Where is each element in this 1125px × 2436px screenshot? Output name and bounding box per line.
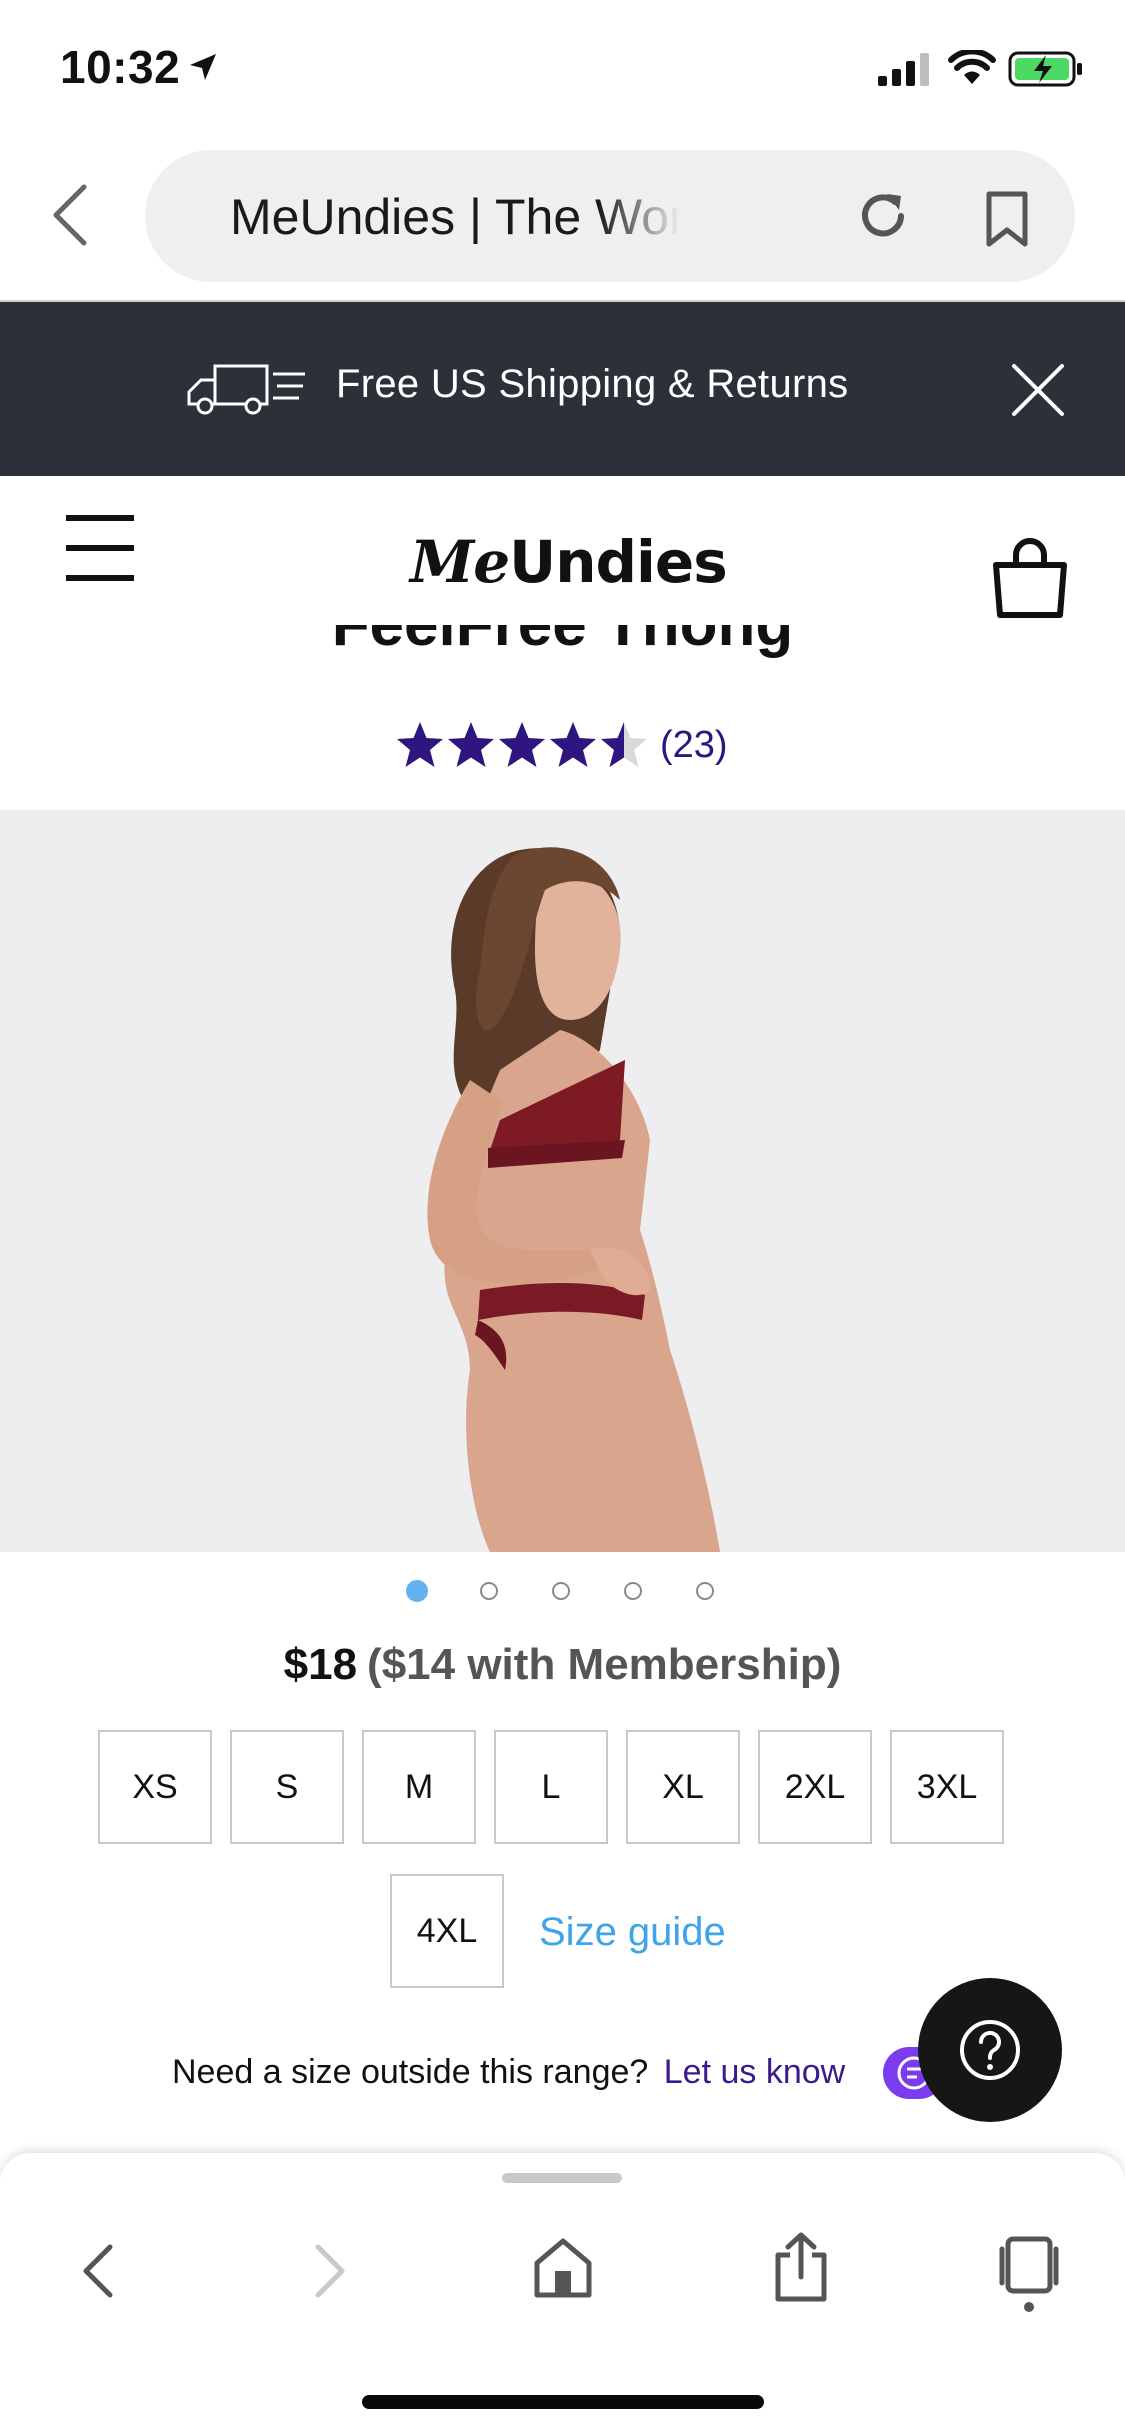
product-image[interactable] xyxy=(0,810,1125,1552)
tabs-icon[interactable] xyxy=(998,2235,1060,2315)
size-option-2xl[interactable]: 2XL xyxy=(758,1730,872,1844)
star-icon xyxy=(448,722,494,767)
star-icon xyxy=(550,722,596,767)
size-option-s[interactable]: S xyxy=(230,1730,344,1844)
carousel-dot-4[interactable] xyxy=(624,1582,642,1600)
carousel-dot-1[interactable] xyxy=(406,1580,428,1602)
carousel-dot-3[interactable] xyxy=(552,1582,570,1600)
star-icon xyxy=(397,722,443,767)
home-indicator[interactable] xyxy=(362,2395,764,2409)
carousel-dot-5[interactable] xyxy=(696,1582,714,1600)
back-chevron-icon[interactable] xyxy=(50,183,90,247)
logo[interactable]: MeUndies xyxy=(410,528,728,596)
half-star-icon xyxy=(601,722,647,767)
question-mark-icon xyxy=(960,2020,1020,2080)
reload-icon[interactable] xyxy=(855,188,911,244)
promo-banner: Free US Shipping & Returns xyxy=(0,302,1125,476)
shopping-bag-icon[interactable] xyxy=(990,535,1070,619)
wifi-icon xyxy=(948,50,996,84)
help-button[interactable] xyxy=(918,1978,1062,2122)
menu-icon[interactable] xyxy=(66,515,134,581)
size-option-xl[interactable]: XL xyxy=(626,1730,740,1844)
size-help-link[interactable]: Let us know xyxy=(664,2053,845,2091)
size-option-m[interactable]: M xyxy=(362,1730,476,1844)
size-option-3xl[interactable]: 3XL xyxy=(890,1730,1004,1844)
logo-undies: Undies xyxy=(509,528,728,596)
forward-icon[interactable] xyxy=(310,2241,350,2301)
truck-icon xyxy=(187,364,305,415)
back-icon[interactable] xyxy=(78,2241,118,2301)
price: $18 xyxy=(283,1640,358,1689)
star-icon xyxy=(499,722,545,767)
logo-me: Me xyxy=(410,528,510,596)
cellular-signal-icon xyxy=(878,53,929,86)
battery-charging-icon xyxy=(1008,51,1082,87)
size-help-row: Need a size outside this range? Let us k… xyxy=(172,2053,845,2092)
location-arrow-icon xyxy=(190,54,216,80)
status-time: 10:32 xyxy=(60,41,181,93)
close-icon[interactable] xyxy=(1010,362,1066,418)
size-option-l[interactable]: L xyxy=(494,1730,608,1844)
price-row: $18 ($14 with Membership) xyxy=(0,1640,1125,1690)
size-guide-link[interactable]: Size guide xyxy=(539,1910,726,1955)
size-option-4xl[interactable]: 4XL xyxy=(390,1874,504,1988)
home-icon[interactable] xyxy=(533,2237,593,2299)
share-icon[interactable] xyxy=(772,2231,830,2303)
url-text[interactable]: MeUndies | The World' xyxy=(230,188,680,244)
size-help-text: Need a size outside this range? xyxy=(172,2053,649,2091)
toolbar-grabber[interactable] xyxy=(502,2173,622,2183)
bookmark-icon[interactable] xyxy=(983,190,1031,248)
product-title-clip: FeelFree Thong xyxy=(0,625,1125,669)
rating-stars[interactable] xyxy=(395,718,650,772)
product-title: FeelFree Thong xyxy=(0,625,1125,660)
size-option-xs[interactable]: XS xyxy=(98,1730,212,1844)
browser-toolbar xyxy=(0,2153,1125,2436)
member-price: ($14 with Membership) xyxy=(367,1640,842,1689)
rating-count[interactable]: (23) xyxy=(660,724,728,767)
carousel-dot-2[interactable] xyxy=(480,1582,498,1600)
url-bar[interactable]: MeUndies | The World' xyxy=(145,150,1075,282)
model-photo xyxy=(0,810,1125,1552)
promo-text[interactable]: Free US Shipping & Returns xyxy=(336,362,849,407)
